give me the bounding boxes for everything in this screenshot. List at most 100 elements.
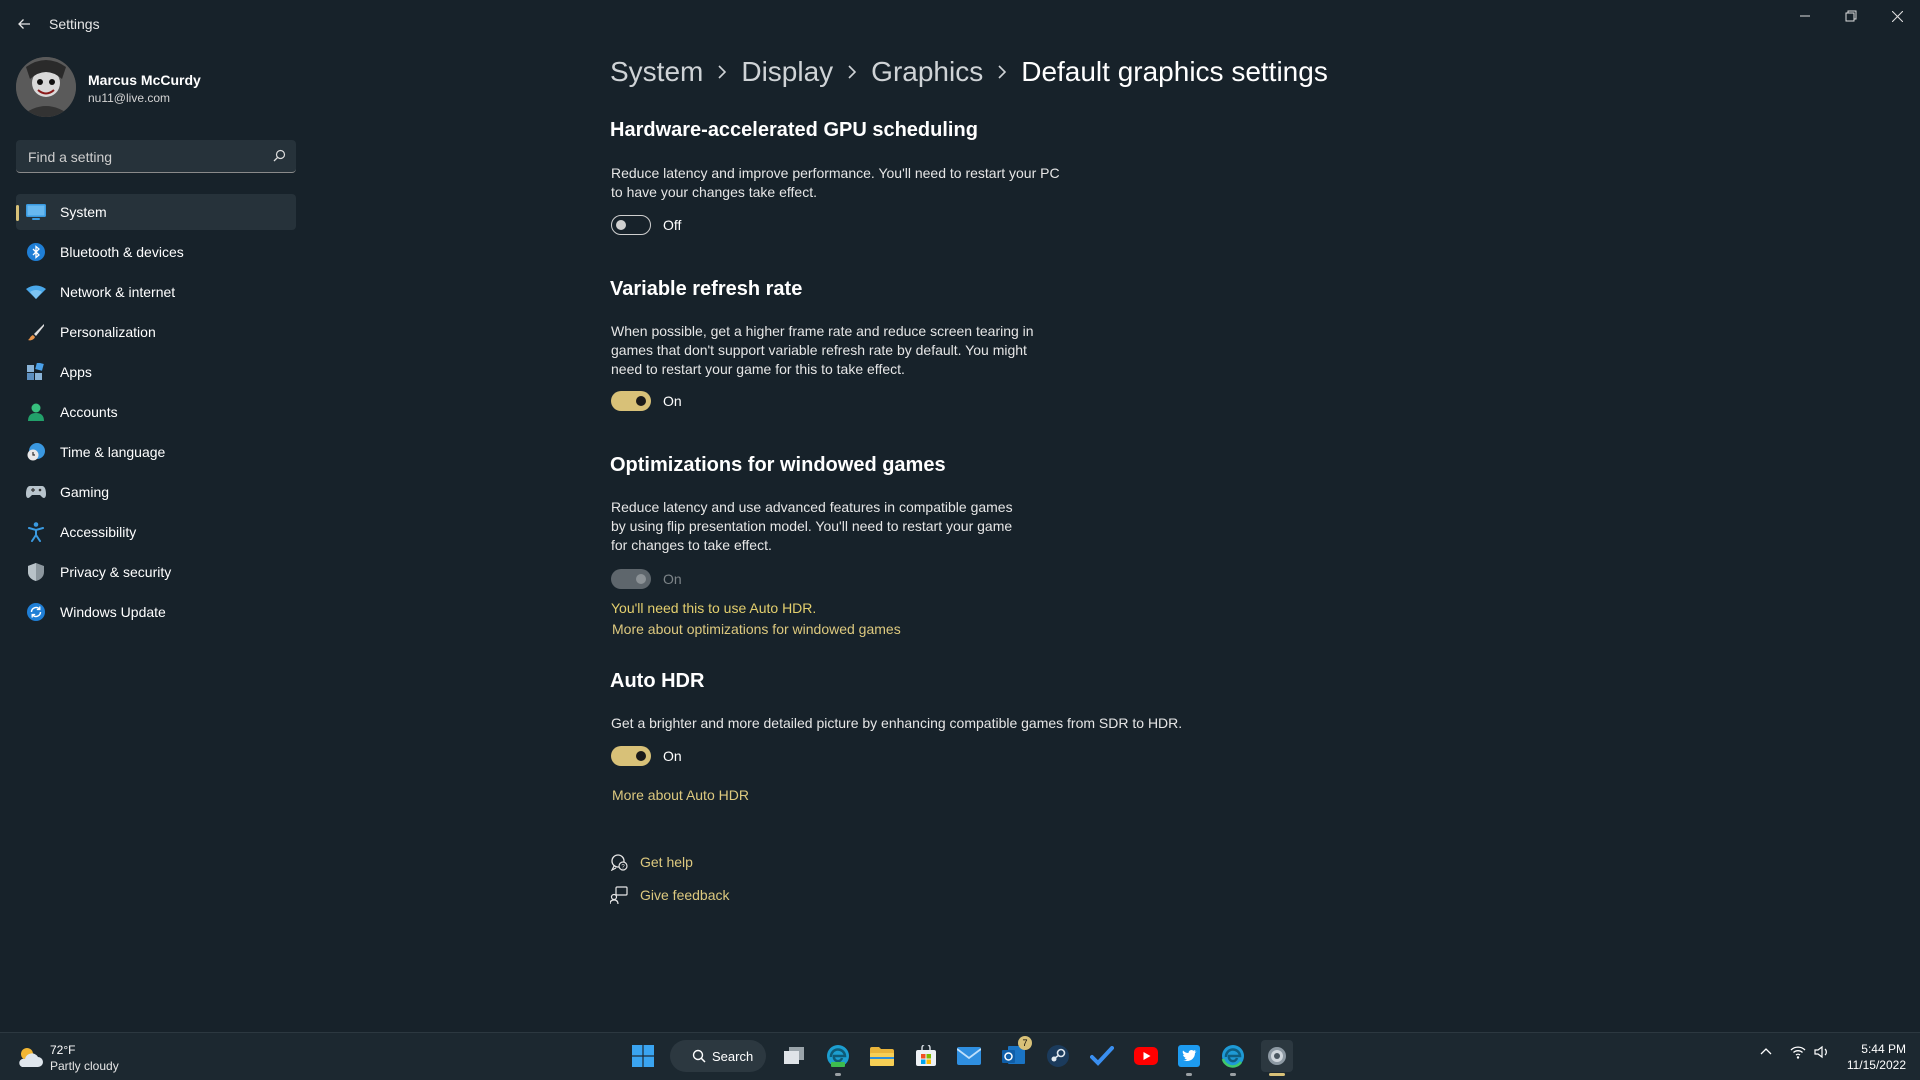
vrr-toggle[interactable]: [611, 391, 651, 411]
give-feedback-label: Give feedback: [640, 887, 730, 903]
wifi-status[interactable]: [1790, 1045, 1806, 1064]
auto-hdr-learn-more-link[interactable]: More about Auto HDR: [612, 787, 749, 803]
person-icon: [26, 402, 46, 422]
steam-icon: [1047, 1045, 1069, 1067]
youtube-app[interactable]: [1130, 1040, 1162, 1072]
avatar: [16, 57, 76, 117]
breadcrumb: System Display Graphics Default graphics…: [610, 56, 1328, 88]
file-explorer-app[interactable]: [866, 1040, 898, 1072]
gpu-scheduling-toggle[interactable]: [611, 215, 651, 235]
get-help-link[interactable]: ? Get help: [610, 853, 693, 871]
clock-time: 5:44 PM: [1861, 1042, 1906, 1056]
volume-status[interactable]: [1814, 1045, 1830, 1064]
system-icon: [26, 202, 46, 222]
sidebar-item-system[interactable]: System: [16, 194, 296, 230]
task-view-icon: [784, 1047, 804, 1064]
steam-app[interactable]: [1042, 1040, 1074, 1072]
sidebar-item-personalization[interactable]: Personalization: [16, 314, 296, 350]
microsoft-store-app[interactable]: [910, 1040, 942, 1072]
close-button[interactable]: [1874, 0, 1920, 32]
chevron-right-icon: [847, 65, 857, 79]
system-clock[interactable]: 5:44 PM 11/15/2022: [1847, 1041, 1906, 1073]
minimize-button[interactable]: [1782, 0, 1828, 32]
sidebar-item-label: Accessibility: [60, 524, 137, 540]
feedback-icon: [610, 886, 628, 904]
partly-cloudy-icon: [19, 1048, 43, 1067]
show-hidden-icons-button[interactable]: [1760, 1045, 1772, 1063]
vrr-description: When possible, get a higher frame rate a…: [611, 323, 1034, 377]
sidebar-item-time-language[interactable]: Time & language: [16, 434, 296, 470]
sidebar-item-privacy[interactable]: Privacy & security: [16, 554, 296, 590]
search-input[interactable]: [26, 140, 270, 173]
windowed-games-toggle[interactable]: [611, 569, 651, 589]
help-chat-icon: ?: [610, 854, 628, 871]
task-view-button[interactable]: [778, 1040, 810, 1072]
breadcrumb-graphics[interactable]: Graphics: [871, 56, 983, 88]
back-arrow-icon: [18, 19, 30, 29]
sidebar-item-label: Network & internet: [60, 284, 176, 300]
minimize-icon: [1800, 15, 1810, 17]
youtube-icon: [1134, 1047, 1158, 1065]
vrr-title: Variable refresh rate: [610, 278, 803, 300]
sidebar-item-network[interactable]: Network & internet: [16, 274, 296, 310]
title-bar: Settings: [0, 0, 1920, 48]
twitter-icon: [1178, 1045, 1200, 1067]
outlook-app[interactable]: 7: [998, 1036, 1032, 1072]
sidebar-nav: System Bluetooth & devices Network & int…: [16, 194, 296, 634]
auto-hdr-requirement-note: You'll need this to use Auto HDR.: [611, 600, 817, 616]
notification-badge: 7: [1018, 1036, 1032, 1050]
user-email: nu11@live.com: [88, 91, 170, 105]
todo-app[interactable]: [1086, 1040, 1118, 1072]
taskbar-search-button[interactable]: Search: [670, 1040, 766, 1072]
update-icon: [26, 602, 46, 622]
sidebar-item-accounts[interactable]: Accounts: [16, 394, 296, 430]
search-icon: [273, 149, 286, 162]
chevron-up-icon: [1760, 1048, 1772, 1055]
checkmark-icon: [1090, 1046, 1114, 1066]
sidebar-item-bluetooth[interactable]: Bluetooth & devices: [16, 234, 296, 270]
windows-logo-icon: [632, 1045, 654, 1067]
edge-dev-icon: [827, 1045, 849, 1067]
twitter-app[interactable]: [1173, 1040, 1205, 1076]
restore-button[interactable]: [1828, 0, 1874, 32]
edge-app[interactable]: [1217, 1040, 1249, 1076]
sidebar-item-apps[interactable]: Apps: [16, 354, 296, 390]
chevron-right-icon: [997, 65, 1007, 79]
sidebar-item-accessibility[interactable]: Accessibility: [16, 514, 296, 550]
sidebar-item-gaming[interactable]: Gaming: [16, 474, 296, 510]
edge-dev-app[interactable]: [822, 1040, 854, 1076]
chevron-right-icon: [717, 65, 727, 79]
settings-app[interactable]: [1261, 1040, 1293, 1076]
weather-temperature: 72°F: [50, 1043, 76, 1057]
mail-app[interactable]: [953, 1040, 985, 1072]
give-feedback-link[interactable]: Give feedback: [610, 886, 730, 904]
sidebar-item-label: Accounts: [60, 404, 118, 420]
auto-hdr-toggle[interactable]: [611, 746, 651, 766]
mail-icon: [957, 1047, 981, 1065]
search-icon: [692, 1049, 706, 1063]
settings-window: Settings Marcus McCurdy nu11@live.com Fi…: [0, 0, 1920, 1032]
windowed-games-state: On: [663, 571, 682, 587]
taskbar-search-label: Search: [712, 1048, 754, 1064]
start-button[interactable]: [627, 1040, 659, 1072]
windowed-games-title: Optimizations for windowed games: [610, 454, 946, 476]
breadcrumb-display[interactable]: Display: [741, 56, 833, 88]
sidebar-item-label: Apps: [60, 364, 92, 380]
settings-search[interactable]: [16, 140, 296, 173]
gpu-scheduling-state: Off: [663, 217, 682, 233]
back-button[interactable]: [10, 10, 38, 38]
breadcrumb-system[interactable]: System: [610, 56, 703, 88]
sidebar-item-windows-update[interactable]: Windows Update: [16, 594, 296, 630]
sidebar-item-label: System: [60, 204, 107, 220]
brush-icon: [26, 322, 46, 342]
windowed-games-learn-more-link[interactable]: More about optimizations for windowed ga…: [612, 621, 901, 637]
avatar-image: [16, 57, 76, 117]
gpu-scheduling-title: Hardware-accelerated GPU scheduling: [610, 119, 978, 141]
taskbar: 72°F Partly cloudy Search 7 5:44 PM 11/1…: [0, 1032, 1920, 1080]
wifi-icon: [1790, 1046, 1806, 1059]
weather-condition: Partly cloudy: [50, 1059, 119, 1073]
clock-date: 11/15/2022: [1846, 1058, 1906, 1072]
close-icon: [1891, 10, 1903, 22]
vrr-state: On: [663, 393, 682, 409]
volume-icon: [1814, 1045, 1827, 1059]
